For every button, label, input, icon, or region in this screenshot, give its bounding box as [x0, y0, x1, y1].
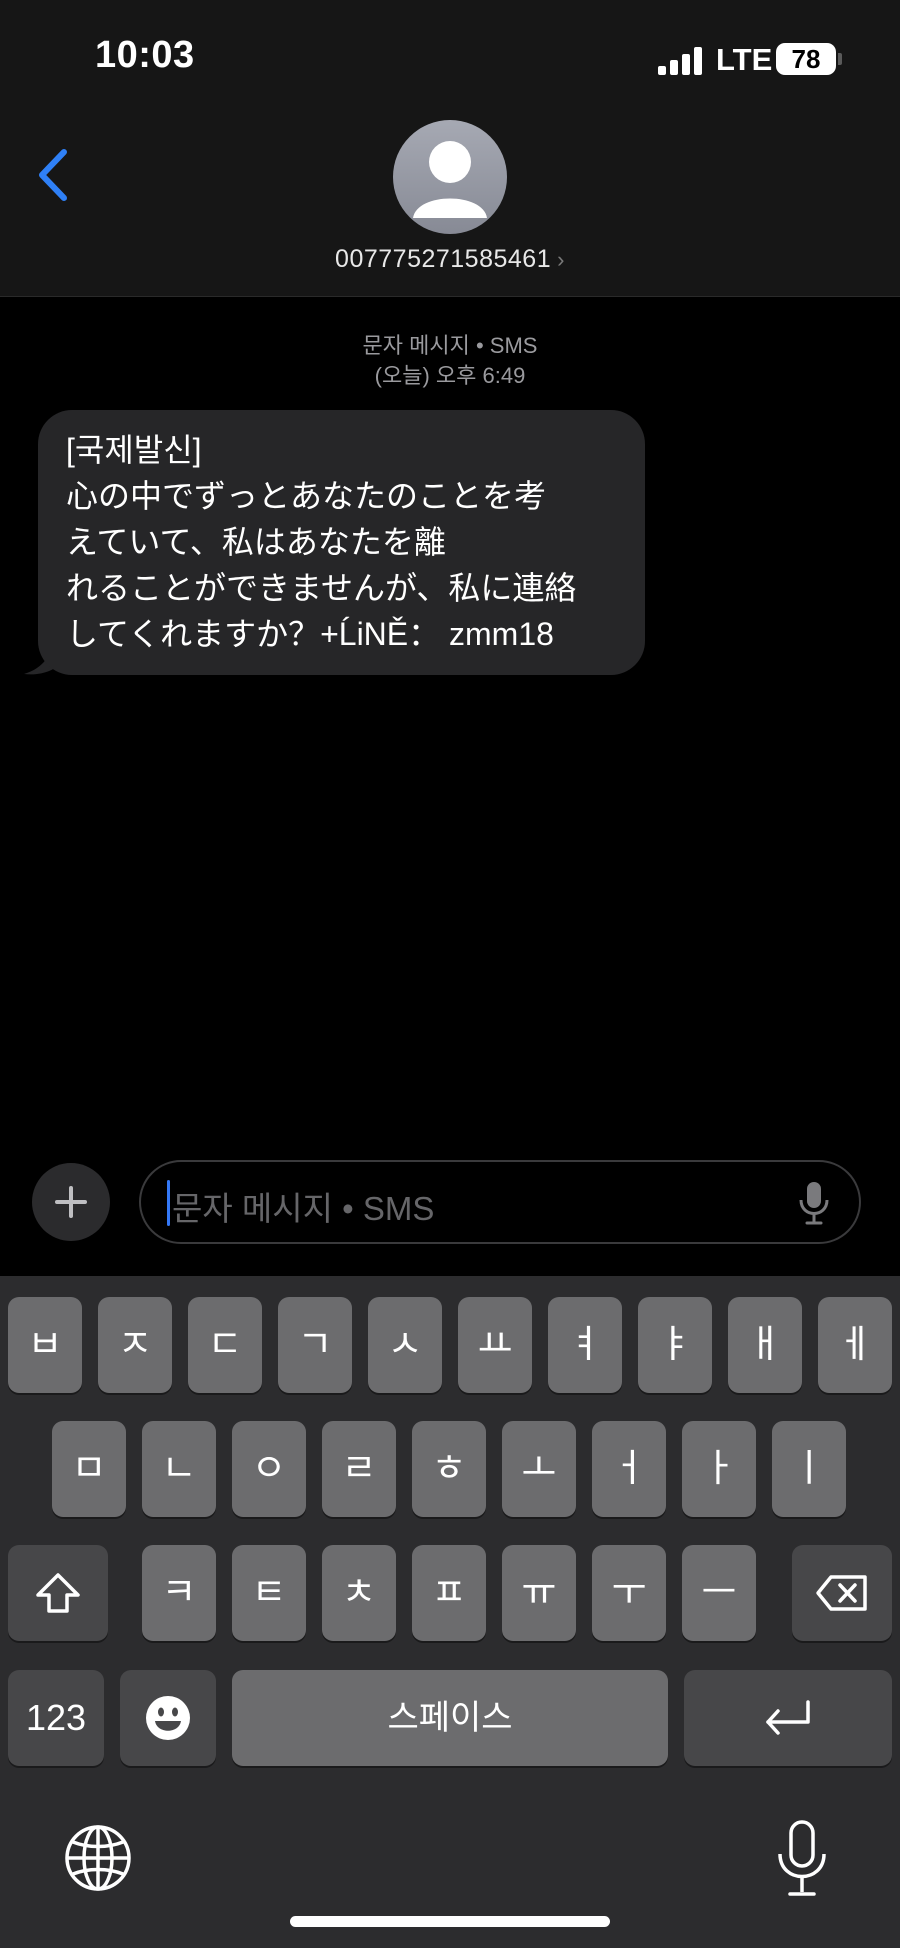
- key[interactable]: ㅌ: [232, 1545, 306, 1641]
- emoji-icon: [146, 1696, 190, 1740]
- text-caret: [167, 1180, 170, 1226]
- message-line: してくれますか？+ĹiNĚ： zmm18: [66, 616, 554, 652]
- key[interactable]: ㅍ: [412, 1545, 486, 1641]
- battery-nub: [838, 53, 842, 65]
- key[interactable]: ㅔ: [818, 1297, 892, 1393]
- key[interactable]: ㅏ: [682, 1421, 756, 1517]
- key[interactable]: ㅁ: [52, 1421, 126, 1517]
- key[interactable]: ㅕ: [548, 1297, 622, 1393]
- microphone-icon[interactable]: [798, 1180, 830, 1226]
- status-time: 10:03: [95, 34, 195, 76]
- key[interactable]: ㅇ: [232, 1421, 306, 1517]
- key[interactable]: ㄱ: [278, 1297, 352, 1393]
- message-line: れることができませんが、私に連絡: [66, 570, 577, 606]
- shift-key[interactable]: [8, 1545, 108, 1641]
- key[interactable]: ㅅ: [368, 1297, 442, 1393]
- chevron-left-icon: [39, 149, 67, 201]
- space-key[interactable]: 스페이스: [232, 1670, 668, 1766]
- add-attachment-button[interactable]: [32, 1163, 110, 1241]
- home-indicator[interactable]: [290, 1916, 610, 1927]
- shift-icon: [36, 1573, 80, 1613]
- return-icon: [766, 1700, 810, 1735]
- key[interactable]: ㅋ: [142, 1545, 216, 1641]
- signal-icon: [658, 47, 702, 75]
- contact-avatar[interactable]: [393, 120, 507, 234]
- korean-keyboard: ㅂ ㅈ ㄷ ㄱ ㅅ ㅛ ㅕ ㅑ ㅐ ㅔ ㅁ ㄴ ㅇ ㄹ ㅎ ㅗ ㅓ ㅏ ㅣ ㅋ …: [0, 1276, 900, 1948]
- message-input-placeholder: 문자 메시지 • SMS: [172, 1190, 435, 1227]
- back-button[interactable]: [30, 140, 80, 210]
- battery-icon: 78: [776, 43, 836, 75]
- contact-number: 007775271585461: [335, 245, 552, 273]
- message-service-label: 문자 메시지 • SMS: [362, 333, 538, 358]
- incoming-message-bubble[interactable]: [국제발신] 心の中でずっとあなたのことを考 えていて、私はあなたを離 れること…: [38, 410, 645, 675]
- message-timestamp: (오늘) 오후 6:49: [374, 363, 526, 388]
- key[interactable]: ㅎ: [412, 1421, 486, 1517]
- key[interactable]: ㅐ: [728, 1297, 802, 1393]
- person-icon: [413, 141, 487, 218]
- return-key[interactable]: [684, 1670, 892, 1766]
- key[interactable]: ㄷ: [188, 1297, 262, 1393]
- key[interactable]: ㅗ: [502, 1421, 576, 1517]
- key[interactable]: ㅡ: [682, 1545, 756, 1641]
- chevron-right-icon: ›: [557, 247, 565, 272]
- delete-icon: [816, 1575, 867, 1611]
- dictation-icon[interactable]: [774, 1818, 830, 1900]
- globe-icon[interactable]: [62, 1822, 134, 1894]
- key[interactable]: ㅑ: [638, 1297, 712, 1393]
- emoji-key[interactable]: [120, 1670, 216, 1766]
- key[interactable]: ㅓ: [592, 1421, 666, 1517]
- numbers-key[interactable]: 123: [8, 1670, 104, 1766]
- message-line: [국제발신]: [66, 432, 202, 468]
- message-line: えていて、私はあなたを離: [66, 524, 446, 560]
- contact-name[interactable]: 007775271585461 ›: [0, 245, 900, 274]
- key[interactable]: ㄹ: [322, 1421, 396, 1517]
- key[interactable]: ㅣ: [772, 1421, 846, 1517]
- key[interactable]: ㅂ: [8, 1297, 82, 1393]
- key[interactable]: ㅛ: [458, 1297, 532, 1393]
- network-type: LTE: [716, 42, 773, 77]
- key[interactable]: ㅈ: [98, 1297, 172, 1393]
- key[interactable]: ㅠ: [502, 1545, 576, 1641]
- key[interactable]: ㄴ: [142, 1421, 216, 1517]
- plus-icon: [55, 1186, 87, 1218]
- delete-key[interactable]: [792, 1545, 892, 1641]
- key[interactable]: ㅜ: [592, 1545, 666, 1641]
- key[interactable]: ㅊ: [322, 1545, 396, 1641]
- battery-level: 78: [791, 44, 821, 74]
- message-line: 心の中でずっとあなたのことを考: [66, 478, 547, 514]
